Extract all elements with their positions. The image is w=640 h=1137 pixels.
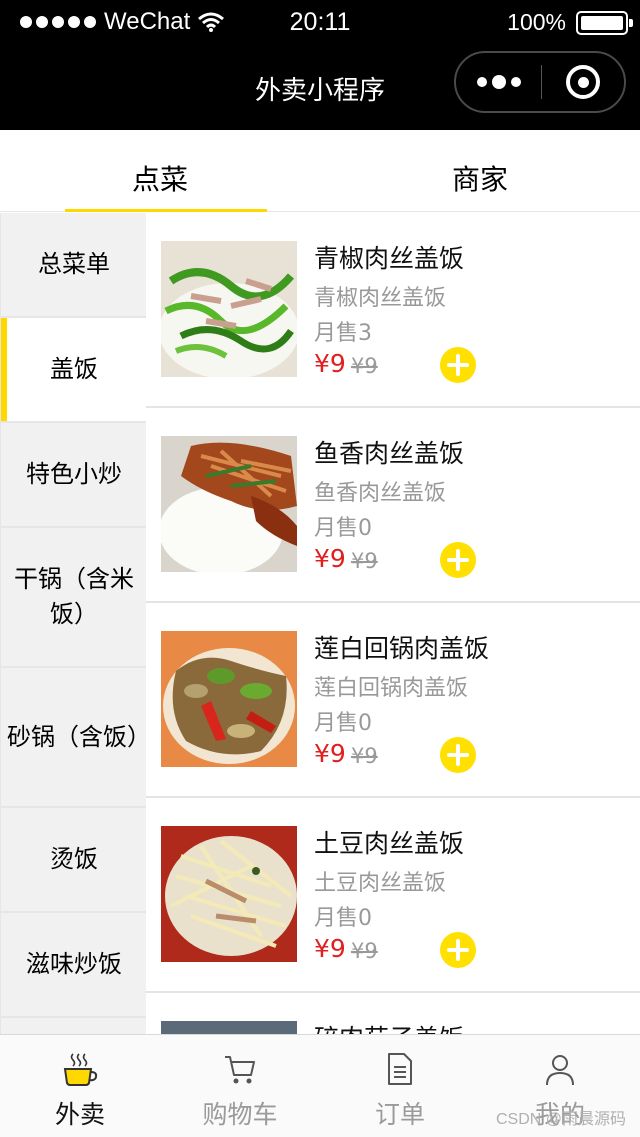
more-dots-icon bbox=[491, 75, 506, 89]
sidebar-item-clay-pot[interactable]: 砂锅（含饭） bbox=[1, 668, 146, 808]
dish-monthly-sales: 月售0 bbox=[314, 711, 372, 736]
dish-original-price: ¥9 bbox=[351, 744, 378, 768]
dish-photo bbox=[161, 826, 297, 962]
sidebar-item-partial[interactable] bbox=[1, 1018, 146, 1035]
status-bar: WeChat 20:11 100% bbox=[0, 0, 640, 48]
dish-name: 土豆肉丝盖饭 bbox=[314, 829, 465, 858]
dish-name: 青椒肉丝盖饭 bbox=[314, 244, 465, 273]
dish-name: 鱼香肉丝盖饭 bbox=[314, 439, 465, 468]
close-mini-program-button[interactable] bbox=[542, 53, 624, 111]
tabbar-item-cart[interactable]: 购物车 bbox=[160, 1035, 320, 1137]
more-dots-icon bbox=[510, 77, 521, 87]
add-to-cart-button[interactable] bbox=[440, 347, 476, 383]
dish-photo bbox=[161, 241, 297, 377]
document-icon bbox=[388, 1053, 412, 1085]
sidebar-item-label: 砂锅（含饭） bbox=[7, 722, 146, 751]
tab-order-label: 点菜 bbox=[131, 163, 188, 196]
sidebar-item-dry-pot[interactable]: 干锅（含米饭） bbox=[1, 528, 146, 668]
sidebar-item-label: 总菜单 bbox=[38, 250, 110, 278]
coffee-cup-icon bbox=[63, 1053, 98, 1086]
sidebar-item-stir-fry[interactable]: 特色小炒 bbox=[1, 423, 146, 528]
more-menu-button[interactable] bbox=[456, 53, 541, 111]
dish-card[interactable]: 鱼香肉丝盖饭 鱼香肉丝盖饭 月售0 ¥9 ¥9 bbox=[146, 408, 640, 603]
status-right: 100% bbox=[507, 9, 633, 36]
dish-price: ¥9 bbox=[314, 349, 346, 378]
user-icon bbox=[546, 1055, 574, 1086]
sidebar-item-rice-bowl[interactable]: 盖饭 bbox=[1, 318, 146, 423]
dish-monthly-sales: 月售3 bbox=[314, 321, 372, 346]
tabbar-label: 购物车 bbox=[202, 1100, 278, 1129]
dish-card[interactable]: 碎肉茄子盖饭 bbox=[146, 993, 640, 1035]
top-tabs: 点菜 商家 bbox=[0, 130, 640, 212]
more-dots-icon bbox=[476, 77, 487, 87]
sidebar-item-label: 盖饭 bbox=[50, 355, 98, 383]
battery-icon bbox=[576, 10, 633, 35]
dish-original-price: ¥9 bbox=[351, 939, 378, 963]
dish-card[interactable]: 青椒肉丝盖饭 青椒肉丝盖饭 月售3 ¥9 ¥9 bbox=[146, 213, 640, 408]
watermark: CSDN @雨晨源码 bbox=[495, 1111, 626, 1128]
add-to-cart-button[interactable] bbox=[440, 932, 476, 968]
dish-description: 鱼香肉丝盖饭 bbox=[314, 481, 447, 506]
dish-description: 莲白回锅肉盖饭 bbox=[314, 676, 469, 701]
sidebar-item-label: 烫饭 bbox=[50, 845, 98, 873]
dish-price: ¥9 bbox=[314, 739, 346, 768]
dish-photo bbox=[161, 436, 297, 572]
tab-active-indicator bbox=[65, 209, 267, 212]
tab-merchant[interactable]: 商家 bbox=[320, 130, 640, 212]
sidebar-item-label: 特色小炒 bbox=[26, 460, 122, 488]
tabbar-item-orders[interactable]: 订单 bbox=[320, 1035, 480, 1137]
category-sidebar[interactable]: 总菜单 盖饭 特色小炒 干锅（含米饭） 砂锅（含饭） 烫饭 滋味炒饭 bbox=[0, 213, 146, 1035]
dish-original-price: ¥9 bbox=[351, 549, 378, 573]
dish-price: ¥9 bbox=[314, 934, 346, 963]
bottom-tab-bar: 外卖 购物车 订单 我的 CSDN @雨晨源码 bbox=[0, 1034, 640, 1137]
dish-monthly-sales: 月售0 bbox=[314, 516, 372, 541]
tabbar-label: 外卖 bbox=[54, 1100, 105, 1129]
tabbar-label: 订单 bbox=[374, 1100, 425, 1129]
dish-price: ¥9 bbox=[314, 544, 346, 573]
tab-order[interactable]: 点菜 bbox=[0, 130, 320, 212]
add-to-cart-button[interactable] bbox=[440, 542, 476, 578]
battery-percent: 100% bbox=[507, 9, 566, 35]
dish-name: 碎肉茄子盖饭 bbox=[314, 1019, 464, 1035]
dish-monthly-sales: 月售0 bbox=[314, 906, 372, 931]
sidebar-item-label: 干锅（含米饭） bbox=[14, 565, 134, 628]
dish-name: 莲白回锅肉盖饭 bbox=[314, 634, 490, 663]
cart-icon bbox=[225, 1056, 255, 1084]
sidebar-item-all-menu[interactable]: 总菜单 bbox=[1, 213, 146, 318]
dish-original-price: ¥9 bbox=[351, 354, 378, 378]
nav-bar: 外卖小程序 bbox=[0, 48, 640, 130]
dish-list[interactable]: 青椒肉丝盖饭 青椒肉丝盖饭 月售3 ¥9 ¥9 鱼香肉丝盖饭 鱼香肉丝盖饭 月售… bbox=[146, 213, 640, 1035]
tab-merchant-label: 商家 bbox=[451, 163, 508, 196]
mini-program-capsule bbox=[454, 51, 626, 113]
dish-photo bbox=[161, 631, 297, 767]
dish-card[interactable]: 土豆肉丝盖饭 土豆肉丝盖饭 月售0 ¥9 ¥9 bbox=[146, 798, 640, 993]
dish-card[interactable]: 莲白回锅肉盖饭 莲白回锅肉盖饭 月售0 ¥9 ¥9 bbox=[146, 603, 640, 798]
tabbar-item-takeout[interactable]: 外卖 bbox=[0, 1035, 160, 1137]
target-circle-icon bbox=[566, 65, 600, 99]
dish-photo bbox=[161, 1021, 297, 1035]
dish-description: 土豆肉丝盖饭 bbox=[314, 871, 447, 896]
sidebar-item-label: 滋味炒饭 bbox=[26, 950, 122, 978]
sidebar-item-fried-rice[interactable]: 滋味炒饭 bbox=[1, 913, 146, 1018]
add-to-cart-button[interactable] bbox=[440, 737, 476, 773]
sidebar-item-soup-rice[interactable]: 烫饭 bbox=[1, 808, 146, 913]
dish-description: 青椒肉丝盖饭 bbox=[314, 286, 447, 311]
